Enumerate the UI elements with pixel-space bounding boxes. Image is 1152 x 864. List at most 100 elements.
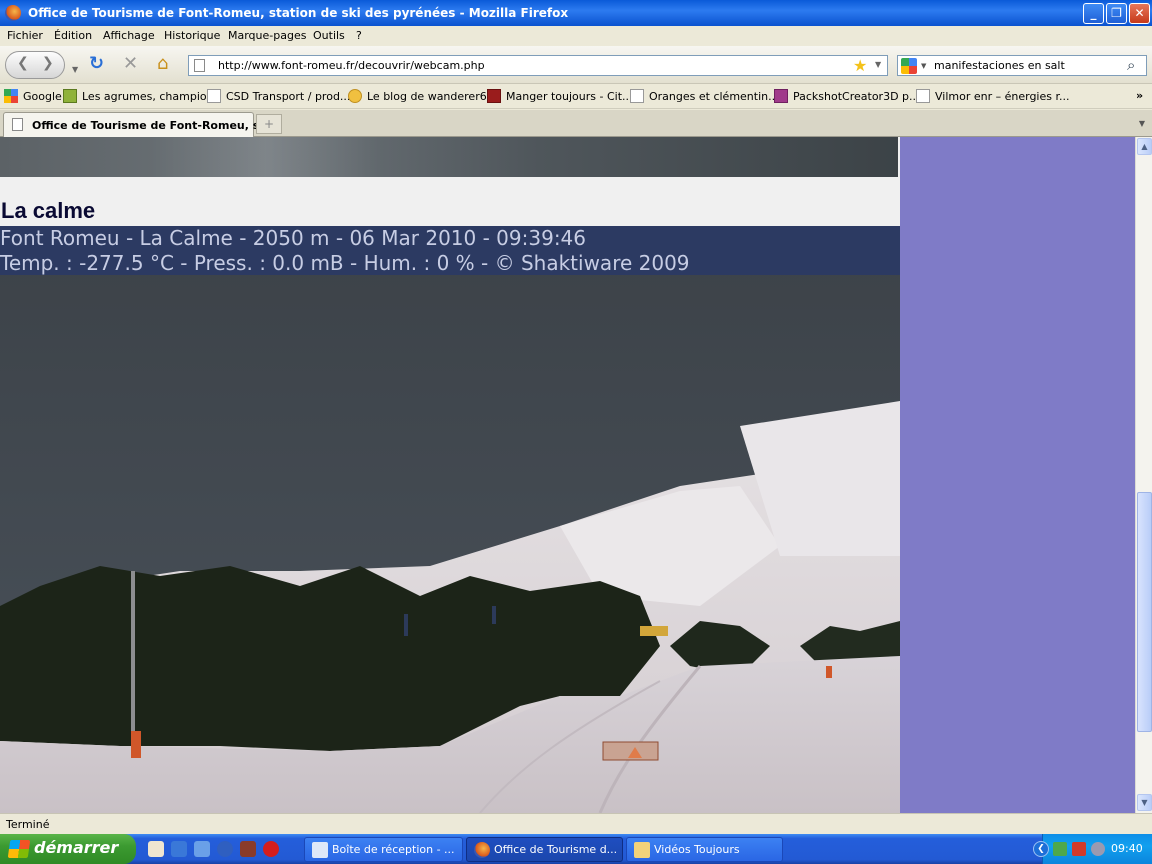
url-text: http://www.font-romeu.fr/decouvrir/webca… <box>218 59 485 72</box>
webcam-image: Font Romeu - La Calme - 2050 m - 06 Mar … <box>0 226 900 813</box>
tab-active[interactable]: Office de Tourisme de Font-Romeu, s... <box>3 112 272 137</box>
url-bar[interactable]: http://www.font-romeu.fr/decouvrir/webca… <box>188 55 888 76</box>
window-title: Office de Tourisme de Font-Romeu, statio… <box>28 6 569 20</box>
bookmark-item[interactable]: Vilmor enr – énergies r... <box>916 89 1070 105</box>
forward-arrow-icon[interactable]: ❯ <box>42 55 54 71</box>
stop-icon[interactable]: ✕ <box>123 55 138 73</box>
menu-edition[interactable]: Édition <box>54 29 92 42</box>
status-bar: Terminé <box>0 813 1152 834</box>
bookmark-label: Manger toujours - Cit... <box>506 90 633 103</box>
tab-list-dropdown-icon[interactable]: ▼ <box>1133 113 1151 135</box>
start-button[interactable]: démarrer <box>0 834 136 864</box>
taskbar-button-label: Office de Tourisme d... <box>494 843 618 856</box>
page-icon <box>916 89 930 103</box>
quicklaunch-opera-icon[interactable] <box>263 841 279 857</box>
site-icon <box>774 89 788 103</box>
menu-fichier[interactable]: Fichier <box>7 29 43 42</box>
firefox-icon <box>474 842 490 858</box>
bookmarks-toolbar: Google Les agrumes, champio... CSD Trans… <box>0 85 1152 109</box>
taskbar-button-firefox[interactable]: Office de Tourisme d... <box>466 837 623 862</box>
search-bar[interactable]: ▼ manifestaciones en salt ⌕ <box>897 55 1147 76</box>
side-panel <box>900 137 1135 813</box>
minimize-button[interactable]: _ <box>1083 3 1104 24</box>
menu-outils[interactable]: Outils <box>313 29 345 42</box>
bookmark-label: Oranges et clémentin... <box>649 90 779 103</box>
taskbar-button-label: Vidéos Toujours <box>654 843 740 856</box>
google-icon <box>4 89 18 103</box>
menu-historique[interactable]: Historique <box>164 29 220 42</box>
tab-bar: Office de Tourisme de Font-Romeu, s... +… <box>0 110 1152 137</box>
url-dropdown-icon[interactable]: ▼ <box>875 60 881 69</box>
page-icon <box>194 59 205 72</box>
status-text: Terminé <box>6 818 50 831</box>
taskbar-button-label: Boîte de réception - ... <box>332 843 455 856</box>
home-icon[interactable]: ⌂ <box>157 55 168 73</box>
search-input[interactable]: manifestaciones en salt <box>934 59 1065 72</box>
menu-affichage[interactable]: Affichage <box>103 29 155 42</box>
quicklaunch-book-icon[interactable] <box>240 841 256 857</box>
section-heading: La calme <box>1 198 96 223</box>
taskbar-button-folder[interactable]: Vidéos Toujours <box>626 837 783 862</box>
window-title-bar[interactable]: Office de Tourisme de Font-Romeu, statio… <box>0 0 1152 26</box>
bookmark-label: Google <box>23 90 62 103</box>
clock: 09:40 <box>1111 842 1143 855</box>
tray-security-icon[interactable] <box>1072 842 1086 856</box>
webcam-caption-line1: Font Romeu - La Calme - 2050 m - 06 Mar … <box>0 226 587 250</box>
taskbar-button-inbox[interactable]: Boîte de réception - ... <box>304 837 463 862</box>
bookmark-label: Les agrumes, champio... <box>82 90 217 103</box>
menu-marque-pages[interactable]: Marque-pages <box>228 29 306 42</box>
restore-button[interactable]: ❐ <box>1106 3 1127 24</box>
quicklaunch-media-icon[interactable] <box>217 841 233 857</box>
close-button[interactable]: ✕ <box>1129 3 1150 24</box>
quicklaunch-ie-icon[interactable] <box>171 841 187 857</box>
bookmark-item[interactable]: Manger toujours - Cit... <box>487 89 633 105</box>
search-icon[interactable]: ⌕ <box>1127 56 1135 74</box>
quicklaunch-app-icon[interactable] <box>148 841 164 857</box>
bookmark-label: CSD Transport / prod... <box>226 90 351 103</box>
bookmark-item[interactable]: PackshotCreator3D p... <box>774 89 920 105</box>
system-tray: ❮ 09:40 <box>1033 834 1152 864</box>
bookmark-item[interactable]: Google <box>4 89 62 105</box>
google-search-engine-icon[interactable] <box>901 58 917 74</box>
webcam-caption-line2: Temp. : -277.5 °C - Press. : 0.0 mB - Hu… <box>0 251 690 275</box>
tab-label: Office de Tourisme de Font-Romeu, s... <box>32 119 272 132</box>
bookmark-item[interactable]: CSD Transport / prod... <box>207 89 350 105</box>
tray-volume-icon[interactable] <box>1091 842 1105 856</box>
bookmark-item[interactable]: Oranges et clémentin... <box>630 89 779 105</box>
tray-expand-icon[interactable]: ❮ <box>1033 841 1049 857</box>
page-content: La calme Font Romeu - La Calme - 2050 m … <box>0 137 1135 813</box>
blog-icon <box>348 89 362 103</box>
start-label: démarrer <box>34 838 119 857</box>
scroll-down-button[interactable]: ▼ <box>1137 794 1152 811</box>
back-forward-buttons[interactable]: ❮ ❯ <box>5 51 65 79</box>
vertical-scrollbar[interactable]: ▲ ▼ <box>1135 137 1152 813</box>
menu-bar: Fichier Édition Affichage Historique Mar… <box>0 26 1152 46</box>
engine-dropdown-icon[interactable]: ▼ <box>921 62 926 70</box>
bookmark-label: Le blog de wanderer66 <box>367 90 494 103</box>
history-dropdown-icon[interactable]: ▼ <box>72 61 78 79</box>
page-icon <box>12 118 23 131</box>
quicklaunch-outlook-icon[interactable] <box>194 841 210 857</box>
bookmark-star-icon[interactable]: ★ <box>853 56 867 75</box>
page-icon <box>630 89 644 103</box>
webcam-info-banner: Font Romeu - La Calme - 2050 m - 06 Mar … <box>0 226 900 275</box>
windows-taskbar: démarrer Boîte de réception - ... Office… <box>0 834 1152 864</box>
site-icon <box>487 89 501 103</box>
scroll-up-button[interactable]: ▲ <box>1137 138 1152 155</box>
site-icon <box>63 89 77 103</box>
bookmark-item[interactable]: Les agrumes, champio... <box>63 89 217 105</box>
menu-help[interactable]: ? <box>356 29 362 42</box>
webcam-scene <box>0 226 900 813</box>
bookmark-label: PackshotCreator3D p... <box>793 90 920 103</box>
bookmarks-overflow-icon[interactable]: » <box>1136 89 1143 105</box>
windows-logo-icon <box>7 840 31 858</box>
new-tab-button[interactable]: + <box>256 114 282 134</box>
reload-icon[interactable]: ↻ <box>89 55 104 73</box>
mail-icon <box>312 842 328 858</box>
scroll-thumb[interactable] <box>1137 492 1152 732</box>
back-arrow-icon[interactable]: ❮ <box>17 55 29 71</box>
bookmark-item[interactable]: Le blog de wanderer66 <box>348 89 494 105</box>
tray-network-icon[interactable] <box>1053 842 1067 856</box>
page-icon <box>207 89 221 103</box>
firefox-icon <box>5 5 21 21</box>
